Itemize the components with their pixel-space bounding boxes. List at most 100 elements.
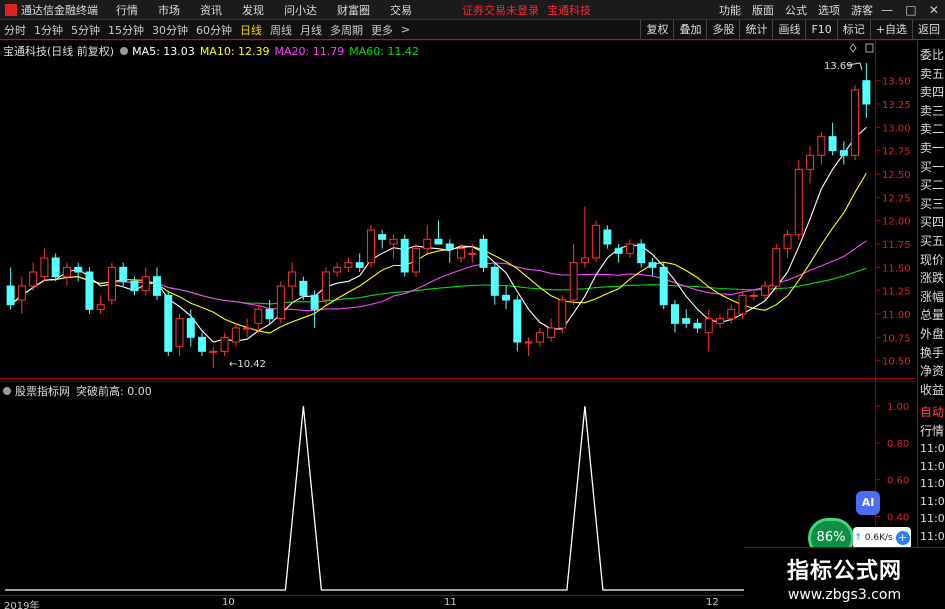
maximize-icon[interactable]: □ xyxy=(905,3,916,17)
tf-1min[interactable]: 1分钟 xyxy=(30,22,67,38)
candle-body xyxy=(614,248,623,254)
tf-5min[interactable]: 5分钟 xyxy=(67,22,104,38)
quote-label: 卖三 xyxy=(920,103,945,118)
candle-body xyxy=(40,257,49,278)
kline-chart[interactable]: 13.50 13.25 13.00 12.75 12.50 12.25 12.00 11.75… xyxy=(0,40,915,595)
period-toolbar: 分时 1分钟 5分钟 15分钟 30分钟 60分钟 日线 周线 月线 多周期 更… xyxy=(0,20,945,40)
login-stock-name: 宝通科技 xyxy=(547,3,591,17)
candle-body xyxy=(51,257,60,278)
candle-body xyxy=(716,318,724,324)
candles xyxy=(6,62,871,369)
menu-guest[interactable]: 游客 xyxy=(851,2,873,18)
more-arrow-icon[interactable]: > xyxy=(397,23,414,36)
mark-button[interactable]: 标记 xyxy=(836,20,870,40)
settings-gear-icon[interactable] xyxy=(120,47,129,55)
back-button[interactable]: 返回 xyxy=(912,20,945,40)
app-title: 通达信金融终端 xyxy=(21,3,98,17)
candle-body xyxy=(400,238,409,273)
price-tick-label: 13.25 xyxy=(882,100,911,111)
tf-more[interactable]: 更多 xyxy=(367,22,397,38)
candle-body xyxy=(411,248,420,273)
add-watchlist-button[interactable]: +自选 xyxy=(869,20,912,40)
candle xyxy=(231,323,240,347)
candle xyxy=(524,337,533,356)
menu-formula[interactable]: 公式 xyxy=(785,2,807,18)
candle xyxy=(389,234,398,258)
candle xyxy=(783,230,792,258)
date-label-year: 2019年 xyxy=(4,601,40,609)
candle xyxy=(198,332,207,356)
diamond-icon[interactable] xyxy=(849,43,857,53)
f10-button[interactable]: F10 xyxy=(805,20,836,40)
menu-item-market[interactable]: 市场 xyxy=(158,2,180,18)
candle-body xyxy=(648,262,657,268)
pin-icon[interactable] xyxy=(865,43,874,53)
candle-body xyxy=(17,285,26,301)
candle xyxy=(625,239,634,258)
tf-monthly[interactable]: 月线 xyxy=(296,22,326,38)
login-status[interactable]: 证券交易未登录 xyxy=(462,2,539,18)
candle xyxy=(355,253,364,272)
candle-body xyxy=(85,271,94,310)
candle-body xyxy=(502,294,511,301)
menu-item-news[interactable]: 资讯 xyxy=(200,2,222,18)
overlay-button[interactable]: 叠加 xyxy=(673,20,706,40)
price-tick-label: 13.50 xyxy=(882,77,911,88)
multi-stock-button[interactable]: 多股 xyxy=(706,20,739,40)
minimize-icon[interactable]: — xyxy=(881,3,893,17)
trade-time: 11:0 xyxy=(920,477,945,491)
menu-item-trade[interactable]: 交易 xyxy=(390,2,412,18)
candle xyxy=(164,290,173,356)
quote-label: 净资 xyxy=(920,364,945,379)
indicator-gear-icon[interactable] xyxy=(3,387,11,395)
candle xyxy=(828,122,837,156)
tf-multi-period[interactable]: 多周期 xyxy=(326,22,367,38)
candle-body xyxy=(231,327,240,343)
candle xyxy=(794,160,803,240)
candle-body xyxy=(535,332,544,343)
ai-assistant-button[interactable]: AI xyxy=(856,491,880,515)
menu-function[interactable]: 功能 xyxy=(719,2,741,18)
menu-options[interactable]: 选项 xyxy=(818,2,840,18)
candle-body xyxy=(817,136,826,156)
candle-body xyxy=(851,89,860,156)
net-speed-widget[interactable]: ↑ 0.6K/s + xyxy=(853,527,911,549)
candle-body xyxy=(490,266,499,296)
tf-30min[interactable]: 30分钟 xyxy=(148,22,192,38)
candle xyxy=(603,225,612,249)
quote-label: 收益 xyxy=(920,382,945,397)
tf-weekly[interactable]: 周线 xyxy=(266,22,296,38)
tf-15min[interactable]: 15分钟 xyxy=(104,22,148,38)
price-axis: 13.50 13.25 13.00 12.75 12.50 12.25 12.00 11.75… xyxy=(875,77,911,368)
candle xyxy=(288,262,297,300)
plus-icon[interactable]: + xyxy=(895,531,910,545)
right-menus: 功能 版面 公式 选项 游客 xyxy=(708,0,873,20)
side-tab-quote[interactable]: 行情 xyxy=(918,422,945,441)
candle-body xyxy=(254,308,263,324)
candle-body xyxy=(558,299,567,329)
menu-item-discover[interactable]: 发现 xyxy=(242,2,264,18)
candle xyxy=(243,318,252,338)
watermark-url: www.zbgs3.com xyxy=(787,587,902,603)
ma60-label: MA60: 11.42 xyxy=(349,44,419,58)
candle-body xyxy=(243,327,252,330)
tf-60min[interactable]: 60分钟 xyxy=(192,22,236,38)
adjust-button[interactable]: 复权 xyxy=(640,20,673,40)
side-tab-auto[interactable]: 自动 xyxy=(918,403,945,422)
candle xyxy=(637,239,646,268)
menu-item-quotes[interactable]: 行情 xyxy=(116,2,138,18)
window-controls: — □ ✕ xyxy=(875,0,945,20)
candle-body xyxy=(141,276,150,292)
menu-layout[interactable]: 版面 xyxy=(752,2,774,18)
close-icon[interactable]: ✕ xyxy=(929,3,939,17)
statistics-button[interactable]: 统计 xyxy=(739,20,772,40)
indicator-tick-label: 0.40 xyxy=(887,512,909,523)
tf-tick[interactable]: 分时 xyxy=(0,22,30,38)
draw-line-button[interactable]: 画线 xyxy=(772,20,805,40)
quote-label: 买四 xyxy=(920,215,945,230)
menu-item-wealth[interactable]: 财富圈 xyxy=(337,2,370,18)
tf-daily[interactable]: 日线 xyxy=(236,22,266,38)
candle xyxy=(62,262,71,286)
menu-item-ask[interactable]: 问小达 xyxy=(284,2,317,18)
candle-body xyxy=(637,243,646,264)
